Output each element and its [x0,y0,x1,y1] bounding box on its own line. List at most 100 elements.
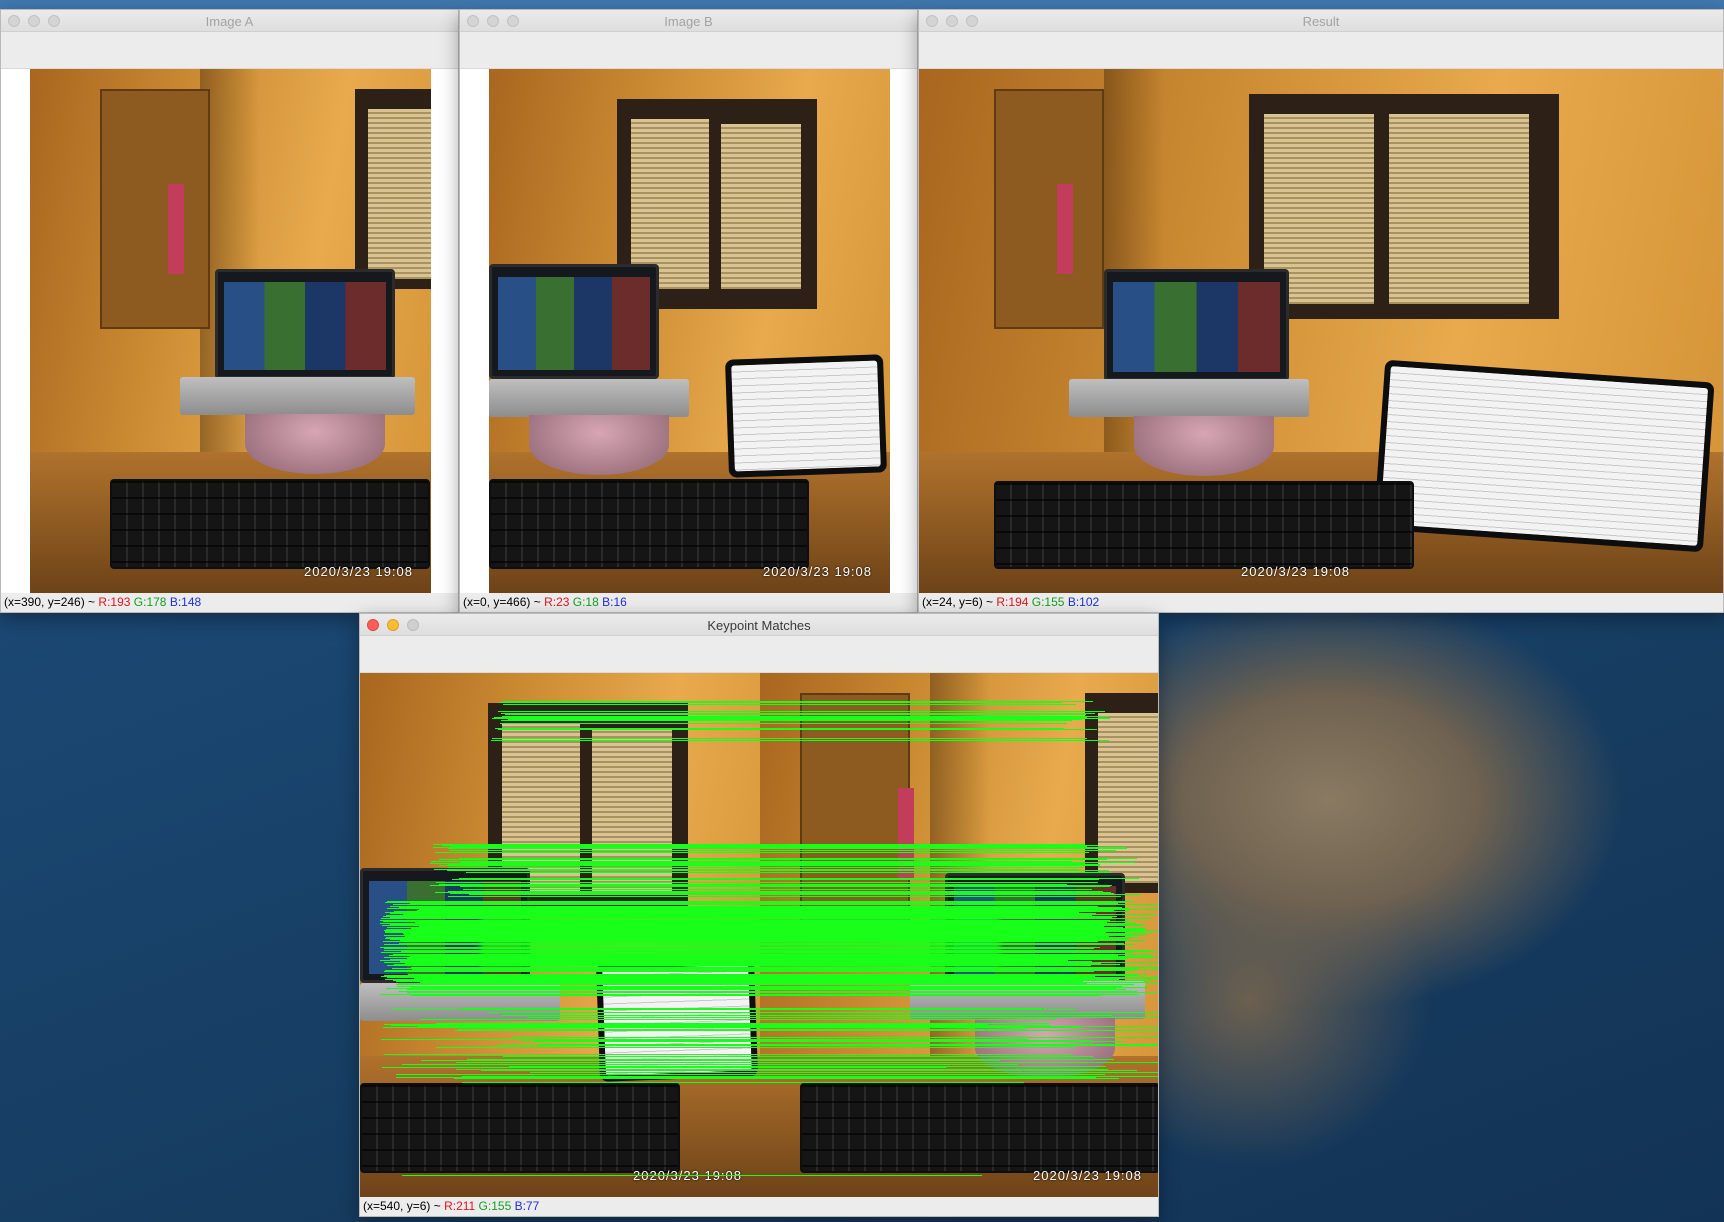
match-line [416,910,1114,912]
match-line [439,859,1107,861]
match-line [448,896,1122,898]
match-line [497,1044,1158,1046]
match-line [534,1025,1158,1027]
titlebar[interactable]: Image A [1,10,458,32]
match-line [499,723,1067,725]
window-title: Image A [205,14,254,29]
match-line [418,908,1158,910]
match-line [491,737,1087,739]
pixel-blue: B:16 [602,595,627,609]
timestamp: 2020/3/23 19:08 [1241,564,1350,579]
photo-result: 2020/3/23 19:08 [919,69,1723,593]
match-line [488,1062,1158,1064]
pixel-blue: B:102 [1067,595,1100,609]
match-line [410,987,1148,989]
cursor-coords: (x=24, y=6) ~ [922,595,994,609]
image-canvas[interactable]: 2020/3/23 19:08 [919,69,1723,593]
match-line [461,1082,1024,1084]
match-cluster [480,913,1000,968]
cursor-coords: (x=540, y=6) ~ [363,1199,441,1213]
pixel-green: G:18 [572,595,599,609]
match-line [503,704,1077,706]
match-line [499,702,1062,704]
pixel-red: R:193 [98,595,131,609]
timestamp: 2020/3/23 19:08 [763,564,872,579]
match-line [391,967,1115,969]
match-line [382,1067,947,1069]
match-line [417,904,1158,906]
match-line [448,849,1117,851]
window-image-b[interactable]: Image B 2020/3/23 19:08 (x=0, y=466) ~ R… [459,9,918,613]
match-line [529,1071,1158,1073]
match-line [511,1036,1158,1038]
window-title: Keypoint Matches [707,618,811,633]
match-line [446,870,1109,872]
titlebar[interactable]: Result [919,10,1723,32]
pixel-blue: B:77 [514,1199,540,1213]
match-line [533,1041,1122,1043]
match-line [402,1175,982,1176]
status-bar: (x=0, y=466) ~ R:23 G:18 B:16 [460,593,917,611]
match-line [507,719,1082,721]
match-line [395,984,1134,986]
match-line [411,995,1101,997]
match-line [503,710,1074,712]
status-bar: (x=24, y=6) ~ R:194 G:155 B:102 [919,593,1723,611]
window-title: Image B [664,14,713,29]
match-line [442,844,1099,846]
match-line [458,1028,1026,1030]
pixel-green: G:155 [1031,595,1065,609]
pixel-red: R:23 [544,595,570,609]
match-line [408,994,1089,995]
match-line [436,881,1099,883]
match-line [460,886,1111,888]
match-line [410,980,1150,982]
image-canvas[interactable]: 2020/3/23 19:08 2020/3/23 19:08 [360,673,1158,1197]
photo-image-a: 2020/3/23 19:08 [30,69,431,593]
match-line [461,893,1115,895]
toolbar [460,32,917,69]
match-line [499,717,1111,719]
cursor-coords: (x=390, y=246) ~ [4,595,96,609]
match-line [438,864,1100,866]
match-line [421,1059,1000,1061]
pixel-green: G:155 [478,1199,512,1213]
pixel-red: R:194 [996,595,1029,609]
match-line [456,1069,1108,1071]
pixel-blue: B:148 [169,595,202,609]
keypoint-match-overlay [360,673,1158,1197]
image-canvas[interactable]: 2020/3/23 19:08 [460,69,917,593]
match-line [461,1008,1076,1010]
window-title: Result [1302,14,1340,29]
status-bar: (x=390, y=246) ~ R:193 G:178 B:148 [1,593,458,611]
match-line [396,979,1110,981]
match-line [448,867,1084,869]
toolbar [360,636,1158,673]
titlebar[interactable]: Keypoint Matches [360,614,1158,636]
match-line [455,1029,1158,1031]
photo-image-b: 2020/3/23 19:08 [489,69,890,593]
window-keypoint-matches[interactable]: Keypoint Matches 2020/3/23 19:08 2020/3/… [359,613,1159,1217]
match-line [453,1077,1119,1079]
titlebar[interactable]: Image B [460,10,917,32]
window-image-a[interactable]: Image A 2020/3/23 19:08 (x=390, y=246) ~… [0,9,459,613]
match-line [520,1040,1092,1042]
match-line [400,976,1114,978]
match-line [417,901,1124,903]
pixel-green: G:178 [133,595,167,609]
match-line [448,1074,1106,1076]
match-line [505,713,1087,715]
image-canvas[interactable]: 2020/3/23 19:08 [1,69,458,593]
match-line [413,991,1126,993]
match-line [526,1016,1158,1018]
toolbar [919,32,1723,69]
status-bar: (x=540, y=6) ~ R:211 G:155 B:77 [360,1197,1158,1215]
toolbar [1,32,458,69]
match-line [447,847,1126,849]
match-line [432,863,1081,865]
match-line [466,872,1112,874]
window-result[interactable]: Result 2020/3/23 19:08 (x=24, y=6) ~ R:1… [918,9,1724,613]
timestamp: 2020/3/23 19:08 [304,564,413,579]
cursor-coords: (x=0, y=466) ~ [463,595,541,609]
match-line [503,1055,1094,1057]
